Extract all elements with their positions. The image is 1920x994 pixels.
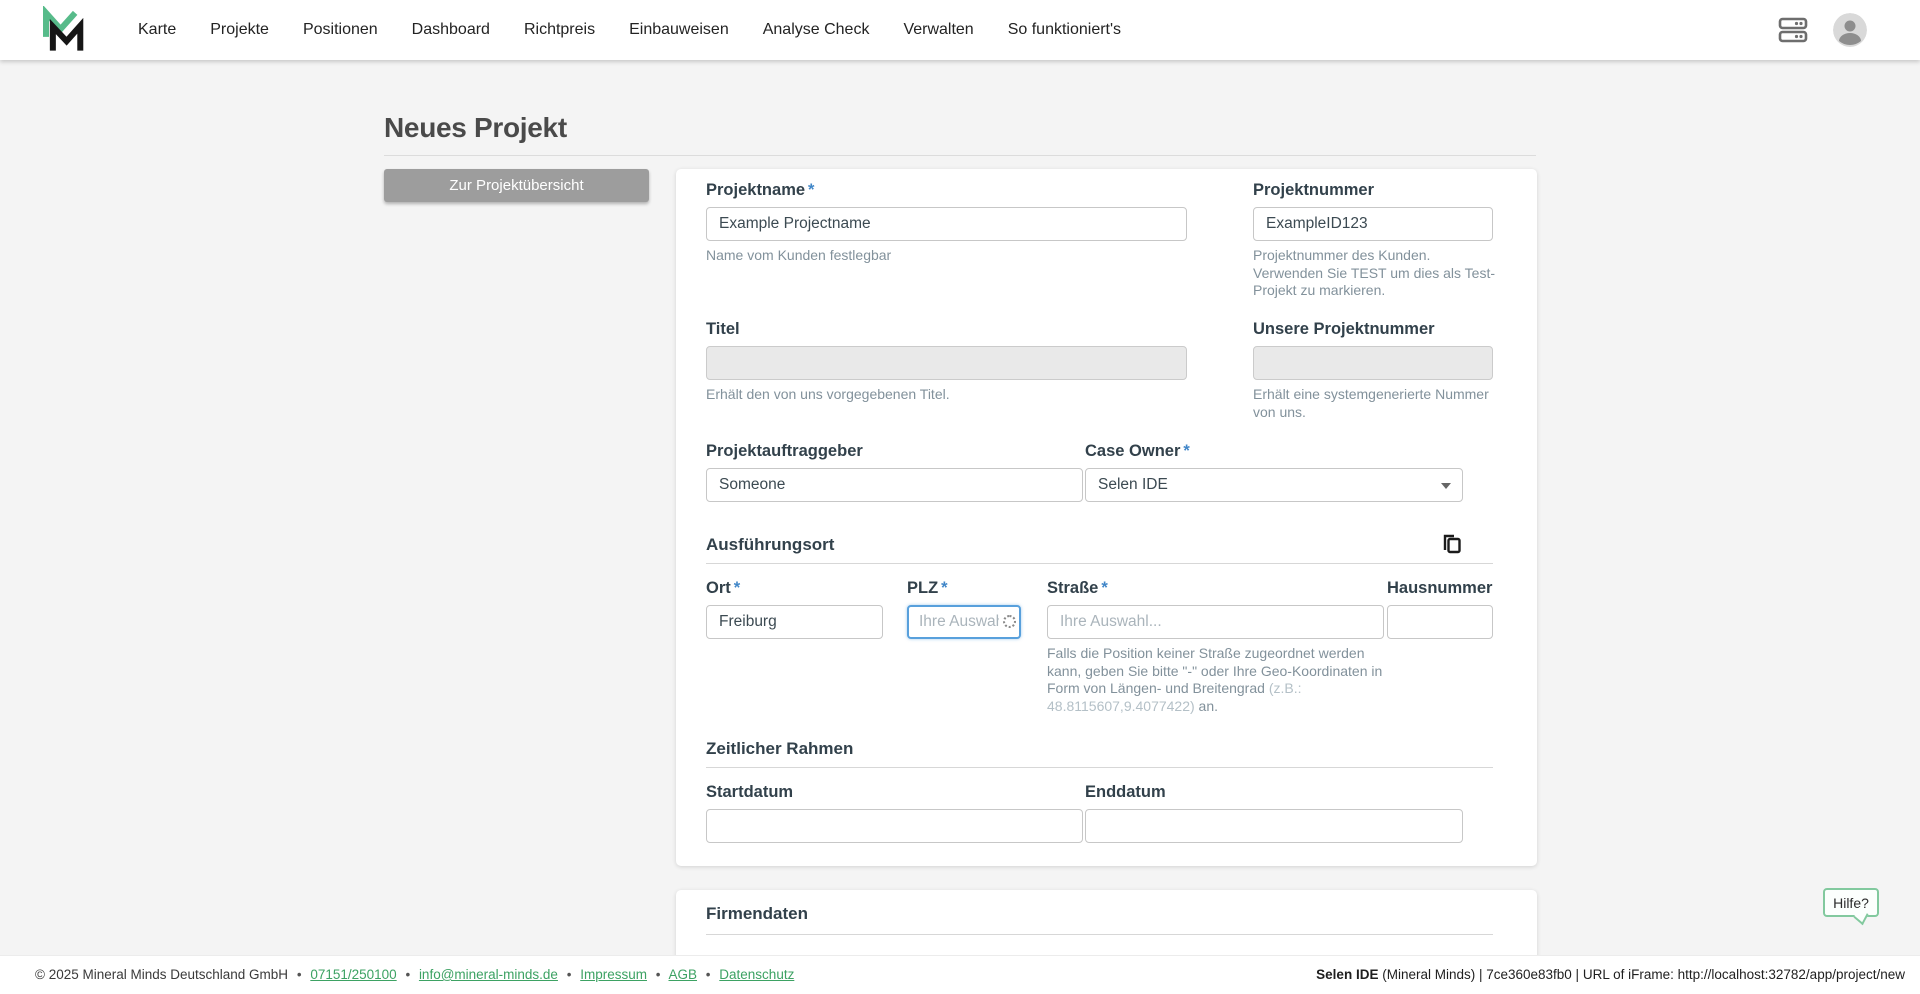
section-divider [706, 767, 1493, 768]
required-marker: * [808, 181, 815, 199]
startdatum-field: Startdatum [706, 783, 1083, 843]
footer-link-email[interactable]: info@mineral-minds.de [419, 967, 558, 982]
projektauftraggeber-input[interactable] [706, 468, 1083, 502]
project-form-card: Projektname* Name vom Kunden festlegbar … [676, 169, 1537, 866]
required-marker: * [733, 579, 741, 597]
projektname-field: Projektname* Name vom Kunden festlegbar [706, 181, 1187, 265]
section-divider [706, 934, 1493, 935]
titel-field: Titel Erhält den von uns vorgegebenen Ti… [706, 320, 1187, 404]
ort-field: Ort * [706, 579, 883, 639]
nav-item-positionen[interactable]: Positionen [286, 21, 395, 39]
chevron-down-icon [1441, 483, 1451, 489]
strasse-help: Falls die Position keiner Straße zugeord… [1047, 645, 1383, 714]
projektname-help: Name vom Kunden festlegbar [706, 247, 892, 263]
footer: © 2025 Mineral Minds Deutschland GmbH • … [0, 955, 1920, 994]
projektnummer-input[interactable] [1253, 207, 1493, 241]
enddatum-label: Enddatum [1085, 783, 1166, 801]
unsere-projektnummer-help: Erhält eine systemgenerierte Nummer von … [1253, 386, 1489, 420]
case-owner-field: Case Owner * Selen IDE [1085, 442, 1463, 502]
required-marker: * [1101, 579, 1108, 597]
strasse-field: Straße* Falls die Position keiner Straße… [1047, 579, 1384, 715]
footer-link-agb[interactable]: AGB [669, 967, 698, 982]
nav-item-verwalten[interactable]: Verwalten [886, 21, 990, 39]
copyright-text: © 2025 Mineral Minds Deutschland GmbH [35, 967, 289, 982]
projektnummer-label: Projektnummer [1253, 181, 1375, 199]
footer-link-impressum[interactable]: Impressum [580, 967, 647, 982]
enddatum-input[interactable] [1085, 809, 1463, 843]
mineral-minds-logo[interactable] [40, 6, 88, 54]
session-details: (Mineral Minds) | 7ce360e83fb0 | URL of … [1378, 967, 1905, 982]
required-marker: * [941, 579, 948, 597]
nav-item-karte[interactable]: Karte [121, 21, 193, 39]
section-firmendaten-title: Firmendaten [706, 904, 809, 923]
nav-item-projekte[interactable]: Projekte [193, 21, 286, 39]
title-divider [384, 155, 1536, 156]
section-ausfuehrungsort-title: Ausführungsort [706, 535, 835, 554]
projektnummer-help: Projektnummer des Kunden. Verwenden Sie … [1253, 247, 1496, 298]
projektauftraggeber-label: Projektauftraggeber [706, 442, 863, 460]
strasse-input[interactable] [1047, 605, 1384, 639]
unsere-projektnummer-input [1253, 346, 1493, 380]
titel-help: Erhält den von uns vorgegebenen Titel. [706, 386, 950, 402]
user-avatar[interactable] [1833, 13, 1867, 47]
startdatum-label: Startdatum [706, 783, 794, 801]
section-zeitlicher-rahmen-title: Zeitlicher Rahmen [706, 739, 854, 758]
unsere-projektnummer-field: Unsere Projektnummer Erhält eine systemg… [1253, 320, 1493, 421]
main-nav: Karte Projekte Positionen Dashboard Rich… [121, 0, 1138, 60]
hausnummer-input[interactable] [1387, 605, 1493, 639]
enddatum-field: Enddatum [1085, 783, 1463, 843]
titel-input [706, 346, 1187, 380]
nav-item-so-funktionierts[interactable]: So funktioniert's [991, 21, 1138, 39]
footer-link-phone[interactable]: 07151/250100 [310, 967, 396, 982]
top-nav-bar: Karte Projekte Positionen Dashboard Rich… [0, 0, 1920, 60]
server-icon[interactable] [1778, 17, 1808, 43]
hausnummer-field: Hausnummer [1387, 579, 1493, 639]
titel-label: Titel [706, 320, 740, 338]
back-to-project-overview-button[interactable]: Zur Projektübersicht [384, 169, 649, 202]
session-user: Selen IDE [1316, 967, 1379, 982]
case-owner-select[interactable]: Selen IDE [1085, 468, 1463, 502]
nav-item-einbauweisen[interactable]: Einbauweisen [612, 21, 746, 39]
firmendaten-card: Firmendaten [676, 890, 1537, 965]
nav-item-dashboard[interactable]: Dashboard [395, 21, 507, 39]
footer-session-info: Selen IDE (Mineral Minds) | 7ce360e83fb0… [1316, 967, 1905, 982]
nav-item-richtpreis[interactable]: Richtpreis [507, 21, 612, 39]
projektname-input[interactable] [706, 207, 1187, 241]
footer-left: © 2025 Mineral Minds Deutschland GmbH • … [35, 967, 795, 982]
case-owner-selected-value: Selen IDE [1098, 476, 1168, 493]
nav-item-analyse-check[interactable]: Analyse Check [746, 21, 887, 39]
page-title: Neues Projekt [384, 112, 567, 143]
strasse-label: Straße [1047, 579, 1099, 597]
startdatum-input[interactable] [706, 809, 1083, 843]
plz-field: PLZ * [907, 579, 1021, 639]
required-marker: * [1183, 442, 1190, 460]
ort-label: Ort [706, 579, 731, 597]
help-button[interactable]: Hilfe? [1823, 888, 1879, 917]
projektname-label: Projektname [706, 181, 806, 199]
section-divider [706, 563, 1493, 564]
hausnummer-label: Hausnummer [1387, 579, 1493, 597]
copy-icon[interactable] [1439, 531, 1463, 555]
loading-spinner-icon [1003, 615, 1016, 628]
projektnummer-field: Projektnummer Projektnummer des Kunden. … [1253, 181, 1495, 300]
projektauftraggeber-field: Projektauftraggeber [706, 442, 1083, 502]
plz-label: PLZ [907, 579, 939, 597]
ort-input[interactable] [706, 605, 883, 639]
case-owner-label: Case Owner [1085, 442, 1181, 460]
footer-link-datenschutz[interactable]: Datenschutz [719, 967, 794, 982]
unsere-projektnummer-label: Unsere Projektnummer [1253, 320, 1435, 338]
